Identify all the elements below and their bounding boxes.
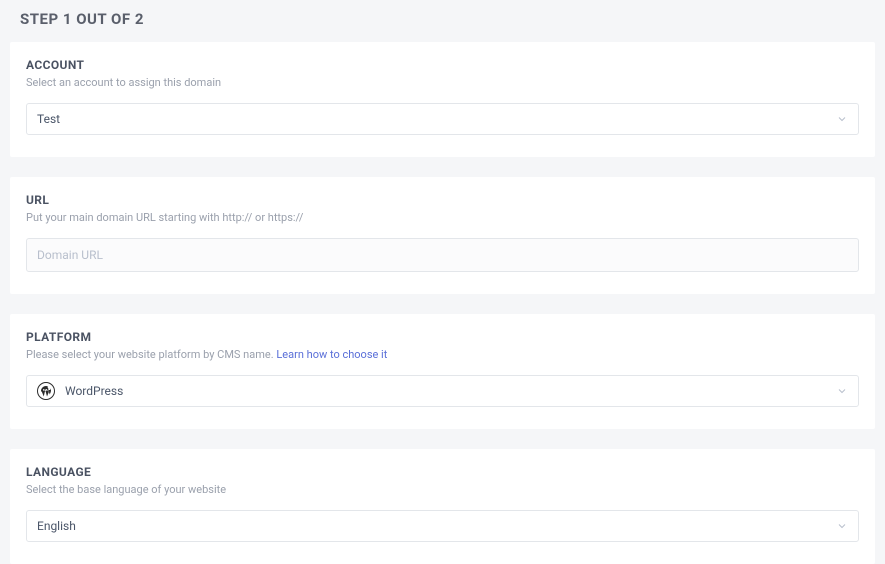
- language-select[interactable]: English: [26, 510, 859, 542]
- url-hint: Put your main domain URL starting with h…: [26, 211, 859, 224]
- account-hint: Select an account to assign this domain: [26, 76, 859, 89]
- url-label: URL: [26, 193, 859, 207]
- chevron-down-icon: [836, 520, 848, 532]
- account-select[interactable]: Test: [26, 103, 859, 135]
- account-label: ACCOUNT: [26, 58, 859, 72]
- url-input[interactable]: [26, 238, 859, 272]
- chevron-down-icon: [836, 113, 848, 125]
- language-label: LANGUAGE: [26, 465, 859, 479]
- platform-hint: Please select your website platform by C…: [26, 348, 859, 361]
- platform-label: PLATFORM: [26, 330, 859, 344]
- url-card: URL Put your main domain URL starting wi…: [10, 177, 875, 294]
- page-title: STEP 1 OUT OF 2: [0, 0, 885, 42]
- platform-card: PLATFORM Please select your website plat…: [10, 314, 875, 429]
- wordpress-icon: [37, 382, 55, 400]
- platform-value: WordPress: [65, 384, 123, 398]
- language-hint: Select the base language of your website: [26, 483, 859, 496]
- platform-learn-link[interactable]: Learn how to choose it: [276, 348, 387, 361]
- platform-select[interactable]: WordPress: [26, 375, 859, 407]
- chevron-down-icon: [836, 385, 848, 397]
- account-value: Test: [37, 112, 60, 126]
- account-card: ACCOUNT Select an account to assign this…: [10, 42, 875, 157]
- language-value: English: [37, 519, 76, 533]
- platform-hint-text: Please select your website platform by C…: [26, 348, 276, 361]
